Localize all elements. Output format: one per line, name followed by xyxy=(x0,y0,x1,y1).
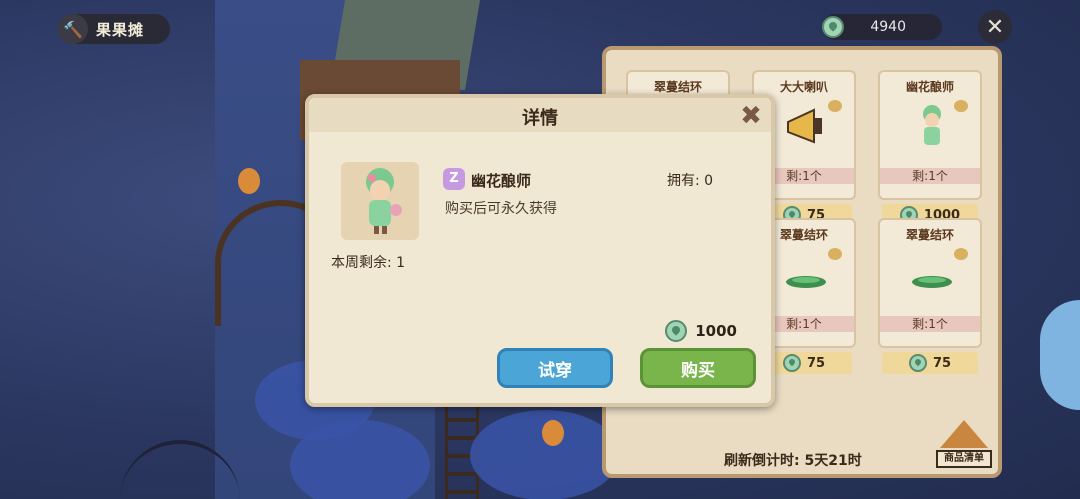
item-description: 购买后可永久获得 xyxy=(445,201,557,217)
card-title: 翠蔓结环 xyxy=(653,80,702,94)
goods-list-label: 商品清单 xyxy=(936,450,992,468)
refresh-countdown: 刷新倒计时: 5天21时 xyxy=(724,453,862,469)
lantern xyxy=(542,420,564,446)
ribbon-icon xyxy=(828,100,842,112)
wrench-icon: 🔨 xyxy=(58,14,88,44)
close-icon: ✕ xyxy=(985,14,1005,40)
character-icon xyxy=(923,105,941,145)
character-icon xyxy=(366,168,402,234)
lantern xyxy=(238,168,260,194)
card-price-value: 75 xyxy=(806,355,826,371)
close-shop-button[interactable]: ✕ xyxy=(978,10,1012,44)
buy-button[interactable]: 购买 xyxy=(640,348,756,388)
close-icon: ✖ xyxy=(740,101,762,131)
leaf-coin-icon xyxy=(782,354,801,372)
shop-card[interactable]: 翠蔓结环 剩:1个 75 xyxy=(878,218,982,374)
card-stock: 剩:1个 xyxy=(880,316,980,332)
ribbon-icon xyxy=(954,248,968,260)
item-price: 1000 xyxy=(665,320,737,342)
leaf-coin-icon xyxy=(822,16,844,38)
dialog-title: 详情 xyxy=(522,108,558,129)
currency-display: 4940 xyxy=(822,14,942,40)
ribbon-icon xyxy=(828,248,842,260)
vine-ring-icon xyxy=(912,276,952,288)
card-title: 幽花酿师 xyxy=(905,80,954,94)
weekly-stock: 本周剩余: 1 xyxy=(331,255,406,271)
card-price: 75 xyxy=(882,352,978,374)
dialog-header: 详情 ✖ xyxy=(309,98,771,132)
item-portrait xyxy=(341,162,419,240)
item-badge-icon: Z xyxy=(443,168,465,190)
horn-icon xyxy=(787,108,822,144)
dialog-close-button[interactable]: ✖ xyxy=(737,101,765,131)
card-stock: 剩:1个 xyxy=(880,168,980,184)
shop-card[interactable]: 幽花酿师 剩:1个 1000 xyxy=(878,70,982,226)
item-detail-dialog: 详情 ✖ 本周剩余: 1 Z 幽花酿师 购买后可永久获得 拥有: 0 1000 … xyxy=(305,94,775,407)
leaf-coin-icon xyxy=(665,320,688,342)
card-title: 大大喇叭 xyxy=(779,80,828,94)
stall-name-tag[interactable]: 🔨 果果摊 xyxy=(58,14,170,44)
item-name: 幽花酿师 xyxy=(471,172,532,190)
vine-ring-icon xyxy=(786,276,826,288)
card-title: 翠蔓结环 xyxy=(905,228,954,242)
stall-name: 果果摊 xyxy=(96,20,145,39)
try-on-button[interactable]: 试穿 xyxy=(497,348,613,388)
leaf-coin-icon xyxy=(908,354,927,372)
currency-value: 4940 xyxy=(870,19,906,35)
water-pool xyxy=(1040,300,1080,410)
item-price-value: 1000 xyxy=(695,322,737,340)
ribbon-icon xyxy=(954,100,968,112)
owned-count: 拥有: 0 xyxy=(667,173,714,189)
goods-list-button[interactable]: 商品清单 xyxy=(936,420,992,472)
card-price-value: 75 xyxy=(932,355,952,371)
stall-roof-icon xyxy=(940,420,988,448)
